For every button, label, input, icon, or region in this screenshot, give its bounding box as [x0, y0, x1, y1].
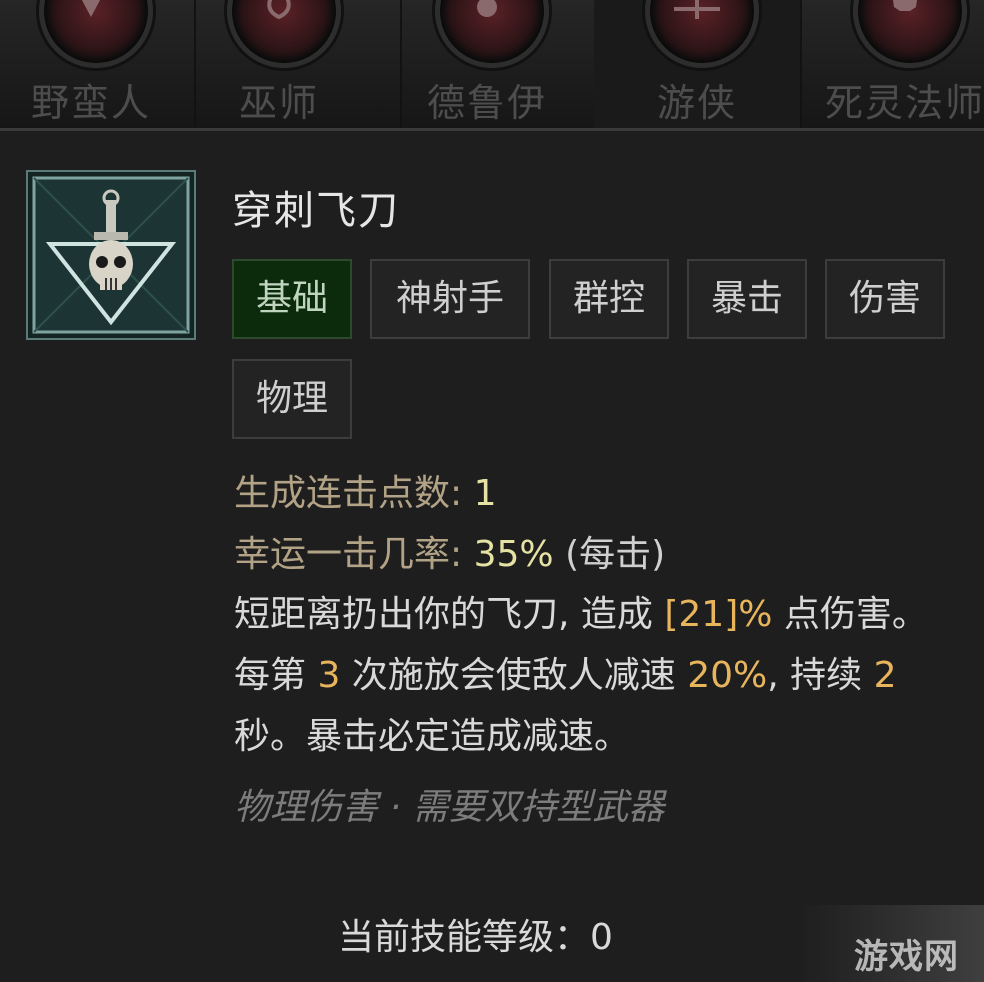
tag-marksman[interactable]: 神射手 — [370, 259, 530, 339]
damage-value: [21]% — [664, 594, 773, 635]
slow-percent-value: 20% — [687, 655, 768, 696]
class-tab-druid[interactable]: 德鲁伊 — [384, 0, 590, 128]
tag-critical[interactable]: 暴击 — [687, 259, 807, 339]
combo-points-stat: 生成连击点数: 1 — [234, 464, 497, 516]
dagger-skull-icon — [26, 170, 196, 340]
class-tab-necromancer[interactable]: 死灵法师 — [802, 0, 984, 128]
class-tab-label: 巫师 — [238, 81, 319, 125]
lucky-hit-value: 35% — [473, 534, 554, 575]
combo-points-value: 1 — [473, 473, 497, 514]
skill-level: 当前技能等级：0 — [338, 917, 613, 958]
necromancer-emblem-icon — [853, 0, 967, 68]
watermark: 游戏网 — [800, 905, 984, 982]
barbarian-emblem-icon — [39, 0, 153, 68]
lucky-hit-label: 幸运一击几率: — [234, 534, 463, 575]
class-tab-label: 野蛮人 — [30, 81, 151, 125]
sorcerer-emblem-icon — [227, 0, 341, 68]
desc-text: 秒。暴击必定造成减速。 — [234, 716, 631, 757]
lucky-hit-stat: 幸运一击几率: 35% (每击) — [234, 525, 665, 577]
tag-damage[interactable]: 伤害 — [825, 259, 945, 339]
class-tab-label: 德鲁伊 — [426, 81, 547, 125]
druid-emblem-icon — [435, 0, 549, 68]
skill-description: 短距离扔出你的飞刀, 造成 [21]% 点伤害。每第 3 次施放会使敌人减速 2… — [234, 584, 934, 767]
skill-requirement-note: 物理伤害 · 需要双持型武器 — [234, 787, 665, 828]
tag-physical[interactable]: 物理 — [232, 359, 352, 439]
skill-title: 穿刺飞刀 — [232, 188, 400, 234]
desc-text: , 持续 — [767, 655, 874, 696]
class-tab-bar: 野蛮人 巫师 德鲁伊 游侠 死灵法师 — [0, 0, 984, 131]
class-tab-label: 游侠 — [656, 81, 737, 125]
class-tab-label: 死灵法师 — [824, 81, 984, 125]
class-tab-sorcerer[interactable]: 巫师 — [176, 0, 382, 128]
duration-value: 2 — [873, 655, 897, 696]
rogue-emblem-icon — [645, 0, 759, 68]
tag-crowd-control[interactable]: 群控 — [549, 259, 669, 339]
tag-basic[interactable]: 基础 — [232, 259, 352, 339]
desc-text: 短距离扔出你的飞刀, 造成 — [234, 594, 665, 635]
class-tab-barbarian[interactable]: 野蛮人 — [0, 0, 194, 128]
combo-points-label: 生成连击点数: — [234, 473, 463, 514]
desc-text: 次施放会使敌人减速 — [340, 655, 688, 696]
cast-count-value: 3 — [317, 655, 341, 696]
class-tab-rogue[interactable]: 游侠 — [594, 0, 800, 128]
lucky-hit-note: (每击) — [565, 534, 666, 575]
watermark-text: 游戏网 — [854, 937, 959, 977]
